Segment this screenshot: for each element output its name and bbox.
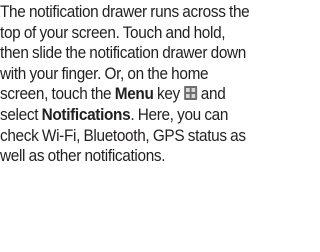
manual-page: The notification drawer runs across the …: [0, 0, 255, 252]
notification-drawer-paragraph: The notification drawer runs across the …: [0, 2, 255, 167]
paragraph-text-part2: key: [153, 85, 184, 104]
menu-key-icon: [184, 86, 198, 101]
menu-key-label: Menu: [114, 85, 154, 104]
notifications-label: Notifications: [41, 105, 131, 124]
